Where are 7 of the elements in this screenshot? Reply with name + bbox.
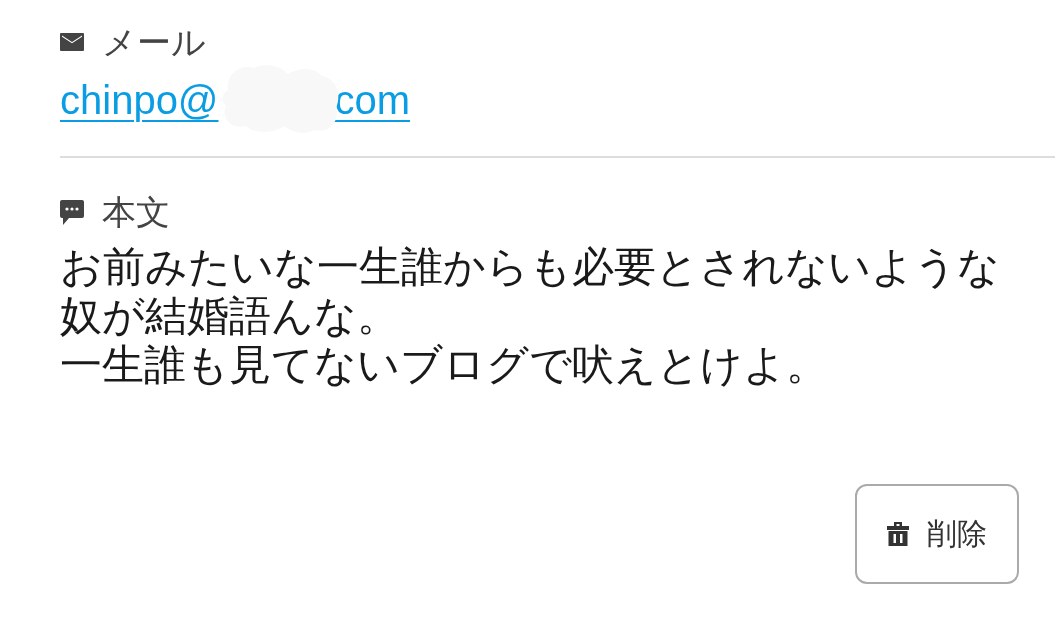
message-body-text: お前みたいな一生誰からも必要とされないような 奴が結婚語んな。 一生誰も見てないブログで吠えとけよ。: [60, 242, 1000, 389]
delete-button[interactable]: 削除: [855, 484, 1019, 584]
chat-bubble-icon: [60, 199, 84, 225]
trash-icon: [887, 522, 909, 546]
body-label: 本文: [102, 192, 170, 233]
mail-icon: [60, 33, 84, 51]
mail-label: メール: [102, 22, 206, 63]
